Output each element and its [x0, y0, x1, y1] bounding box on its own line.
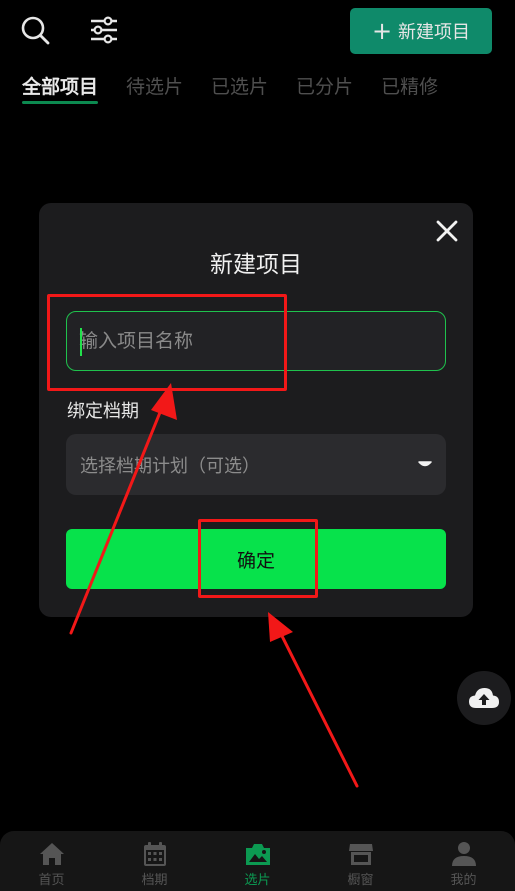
plus-icon: + — [371, 17, 393, 45]
dialog-title: 新建项目 — [210, 252, 302, 278]
nav-label-showcase: 橱窗 — [347, 873, 374, 888]
schedule-select[interactable]: 选择档期计划（可选） — [66, 434, 446, 495]
nav-item-photo-select[interactable]: 选片 — [206, 831, 309, 891]
home-icon — [39, 843, 64, 865]
nav-item-me[interactable]: 我的 — [412, 831, 515, 891]
user-icon — [451, 842, 476, 866]
new-project-label: 新建项目 — [398, 22, 471, 43]
cloud-upload-icon — [469, 688, 499, 708]
sliders-icon[interactable] — [88, 14, 120, 46]
upload-button[interactable] — [457, 671, 511, 725]
nav-item-schedule[interactable]: 档期 — [103, 831, 206, 891]
annotation-box-name-input — [47, 294, 287, 391]
tab-split[interactable]: 已分片 — [296, 72, 353, 104]
arrow-to-confirm — [268, 612, 359, 788]
new-project-button[interactable]: + 新建项目 — [350, 8, 492, 54]
bind-schedule-label: 绑定档期 — [67, 401, 139, 422]
tab-retouched[interactable]: 已精修 — [381, 72, 438, 104]
tab-selected[interactable]: 已选片 — [211, 72, 268, 104]
close-icon[interactable] — [433, 217, 461, 245]
caret-down-icon — [418, 460, 432, 466]
bottom-nav: 首页 档期 选片 橱窗 我的 — [0, 831, 515, 891]
app-screen: + 新建项目 全部项目 待选片 已选片 已分片 已精修 新建项目 绑定档期 选择… — [0, 0, 515, 891]
search-icon[interactable] — [19, 14, 51, 46]
annotation-box-confirm — [198, 519, 318, 598]
photo-icon — [245, 844, 270, 865]
calendar-icon — [143, 842, 166, 866]
nav-label-photo-select: 选片 — [244, 873, 271, 888]
nav-label-schedule: 档期 — [141, 873, 168, 888]
tab-pending-selection[interactable]: 待选片 — [126, 72, 183, 104]
tab-all-projects[interactable]: 全部项目 — [22, 72, 99, 104]
project-tabs: 全部项目 待选片 已选片 已分片 已精修 — [22, 72, 466, 104]
schedule-select-placeholder: 选择档期计划（可选） — [80, 455, 260, 477]
nav-item-showcase[interactable]: 橱窗 — [309, 831, 412, 891]
nav-item-home[interactable]: 首页 — [0, 831, 103, 891]
nav-label-me: 我的 — [450, 873, 477, 888]
nav-label-home: 首页 — [38, 873, 65, 888]
storefront-icon — [348, 844, 373, 865]
